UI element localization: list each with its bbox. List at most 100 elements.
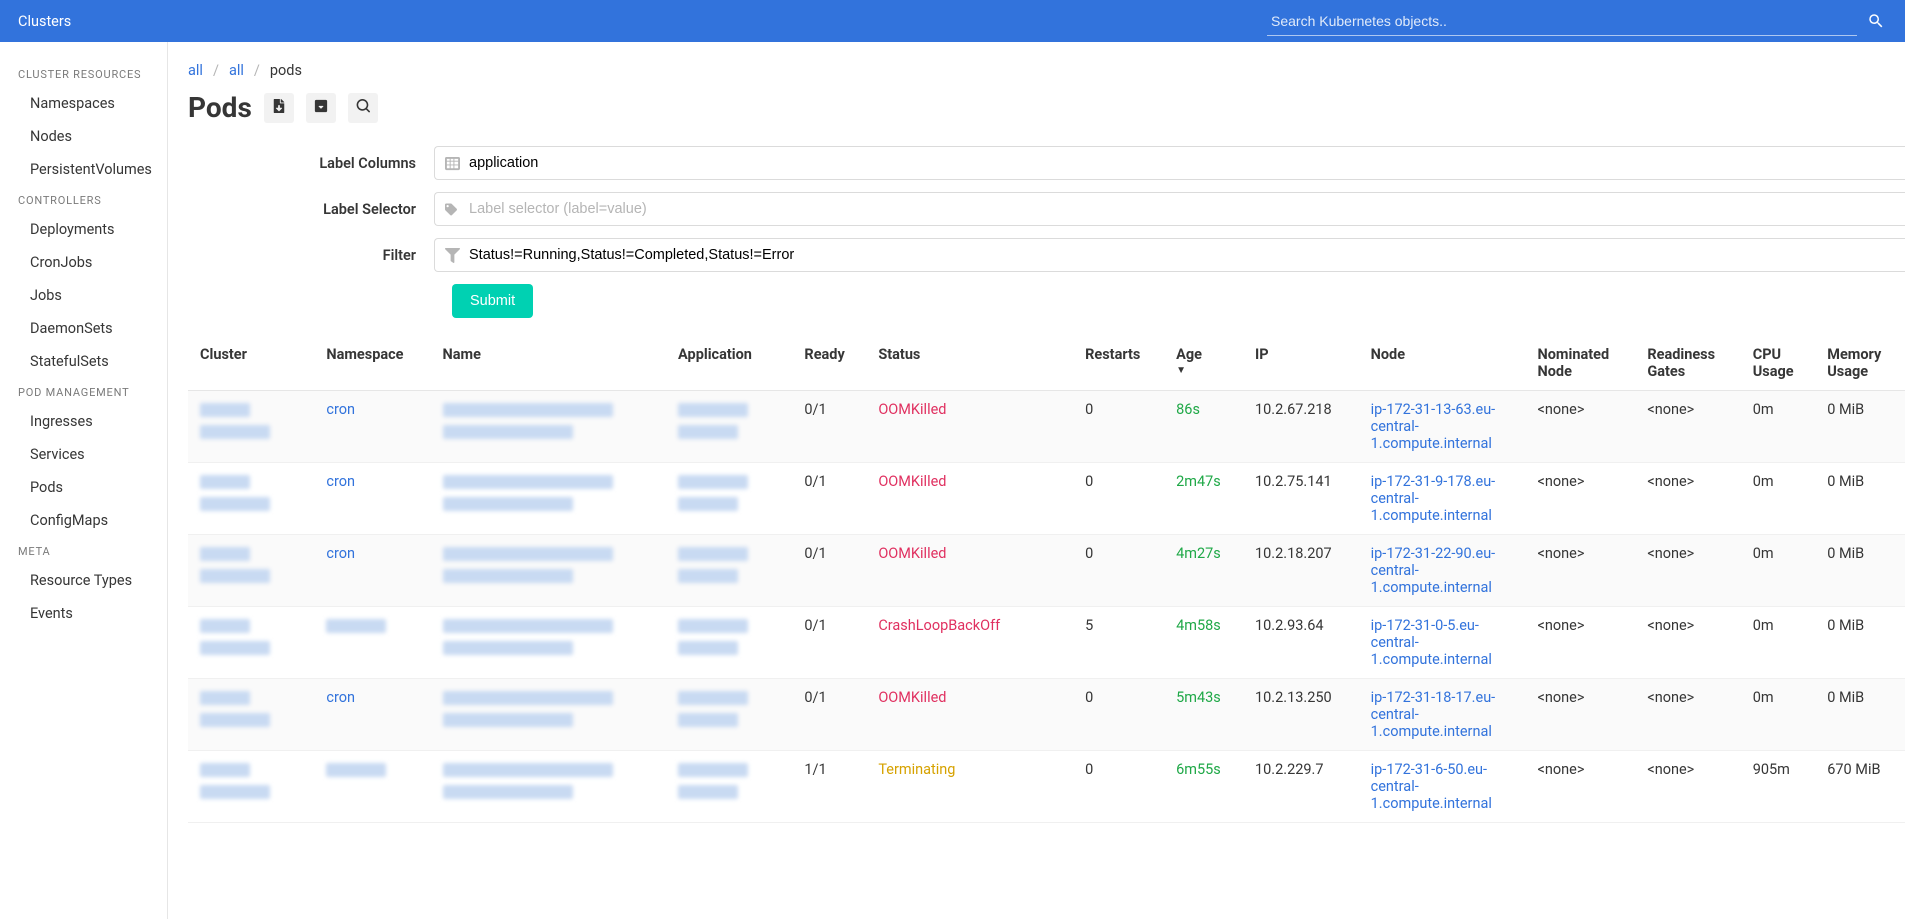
table-row[interactable]: 1/1Terminating06m55s10.2.229.7ip-172-31-… (188, 751, 1905, 823)
sidebar-item-namespaces[interactable]: Namespaces (0, 87, 167, 120)
breadcrumb-current: pods (270, 62, 302, 79)
sidebar-section-header: CONTROLLERS (0, 186, 167, 213)
topbar: Clusters (0, 0, 1905, 42)
column-header-status[interactable]: Status (866, 336, 1073, 391)
column-header-readiness-gates[interactable]: Readiness Gates (1635, 336, 1740, 391)
cell-memory: 670 MiB (1815, 751, 1905, 823)
node-link[interactable]: ip-172-31-9-178.eu-central-1.compute.int… (1371, 473, 1496, 524)
sort-descending-icon: ▼ (1176, 365, 1231, 376)
submit-button[interactable]: Submit (452, 284, 533, 318)
cell-node: ip-172-31-13-63.eu-central-1.compute.int… (1359, 391, 1526, 463)
redacted-cell (188, 607, 314, 679)
cell-memory: 0 MiB (1815, 535, 1905, 607)
sidebar-section-header: CLUSTER RESOURCES (0, 60, 167, 87)
label-selector-label: Label Selector (188, 201, 434, 218)
cell-restarts: 0 (1073, 535, 1164, 607)
cell-ip: 10.2.13.250 (1243, 679, 1359, 751)
cell-namespace (314, 751, 430, 823)
search-icon[interactable] (1865, 10, 1887, 32)
download-button[interactable] (264, 93, 294, 123)
column-header-restarts[interactable]: Restarts (1073, 336, 1164, 391)
table-row[interactable]: cron0/1OOMKilled086s10.2.67.218ip-172-31… (188, 391, 1905, 463)
cell-ready: 0/1 (792, 679, 866, 751)
column-header-cpu-usage[interactable]: CPU Usage (1741, 336, 1816, 391)
sidebar-item-configmaps[interactable]: ConfigMaps (0, 504, 167, 537)
sidebar-item-ingresses[interactable]: Ingresses (0, 405, 167, 438)
cell-namespace (314, 607, 430, 679)
redacted-cell (431, 463, 667, 535)
cell-namespace: cron (314, 679, 430, 751)
breadcrumb-sep: / (213, 62, 219, 79)
cell-restarts: 0 (1073, 391, 1164, 463)
label-columns-input[interactable] (434, 146, 1905, 180)
cell-nominated-node: <none> (1526, 679, 1636, 751)
cell-restarts: 0 (1073, 751, 1164, 823)
cell-cpu: 905m (1741, 751, 1816, 823)
sidebar-item-persistentvolumes[interactable]: PersistentVolumes (0, 153, 167, 186)
caret-down-square-icon (314, 99, 328, 117)
sidebar-item-jobs[interactable]: Jobs (0, 279, 167, 312)
sidebar-item-events[interactable]: Events (0, 597, 167, 630)
expand-button[interactable] (306, 93, 336, 123)
sidebar-item-cronjobs[interactable]: CronJobs (0, 246, 167, 279)
node-link[interactable]: ip-172-31-22-90.eu-central-1.compute.int… (1371, 545, 1496, 596)
table-row[interactable]: cron0/1OOMKilled02m47s10.2.75.141ip-172-… (188, 463, 1905, 535)
namespace-link[interactable]: cron (326, 689, 355, 706)
sidebar-item-nodes[interactable]: Nodes (0, 120, 167, 153)
column-header-ip[interactable]: IP (1243, 336, 1359, 391)
sidebar-item-pods[interactable]: Pods (0, 471, 167, 504)
column-header-memory-usage[interactable]: Memory Usage (1815, 336, 1905, 391)
label-selector-input[interactable] (434, 192, 1905, 226)
cell-namespace: cron (314, 463, 430, 535)
breadcrumb-sep: / (254, 62, 260, 79)
namespace-link[interactable]: cron (326, 545, 355, 562)
namespace-link[interactable]: cron (326, 401, 355, 418)
column-header-ready[interactable]: Ready (792, 336, 866, 391)
search-input[interactable] (1267, 7, 1857, 36)
sidebar-section-header: POD MANAGEMENT (0, 378, 167, 405)
column-header-name[interactable]: Name (431, 336, 667, 391)
column-header-cluster[interactable]: Cluster (188, 336, 314, 391)
namespace-link[interactable]: cron (326, 473, 355, 490)
cell-cpu: 0m (1741, 463, 1816, 535)
sidebar-item-services[interactable]: Services (0, 438, 167, 471)
breadcrumb-link-all-2[interactable]: all (229, 62, 244, 79)
table-row[interactable]: cron0/1OOMKilled05m43s10.2.13.250ip-172-… (188, 679, 1905, 751)
cell-ip: 10.2.18.207 (1243, 535, 1359, 607)
cell-status: CrashLoopBackOff (866, 607, 1073, 679)
cell-restarts: 0 (1073, 463, 1164, 535)
column-header-nominated-node[interactable]: Nominated Node (1526, 336, 1636, 391)
cell-cpu: 0m (1741, 535, 1816, 607)
cell-age: 2m47s (1164, 463, 1243, 535)
cell-age: 4m58s (1164, 607, 1243, 679)
column-header-namespace[interactable]: Namespace (314, 336, 430, 391)
node-link[interactable]: ip-172-31-0-5.eu-central-1.compute.inter… (1371, 617, 1492, 668)
redacted-cell (188, 463, 314, 535)
cell-node: ip-172-31-9-178.eu-central-1.compute.int… (1359, 463, 1526, 535)
table-row[interactable]: cron0/1OOMKilled04m27s10.2.18.207ip-172-… (188, 535, 1905, 607)
cell-status: OOMKilled (866, 679, 1073, 751)
node-link[interactable]: ip-172-31-18-17.eu-central-1.compute.int… (1371, 689, 1496, 740)
redacted-cell (188, 679, 314, 751)
column-header-node[interactable]: Node (1359, 336, 1526, 391)
column-header-application[interactable]: Application (666, 336, 792, 391)
grid-icon (444, 155, 460, 171)
column-header-age[interactable]: Age▼ (1164, 336, 1243, 391)
cell-nominated-node: <none> (1526, 535, 1636, 607)
sidebar-item-resource-types[interactable]: Resource Types (0, 564, 167, 597)
cell-status: OOMKilled (866, 535, 1073, 607)
breadcrumb-link-all-1[interactable]: all (188, 62, 203, 79)
cell-ready: 1/1 (792, 751, 866, 823)
nav-clusters[interactable]: Clusters (18, 13, 71, 30)
magnify-icon (356, 99, 370, 117)
redacted-cell (666, 463, 792, 535)
cell-namespace: cron (314, 391, 430, 463)
filter-input[interactable] (434, 238, 1905, 272)
sidebar-item-statefulsets[interactable]: StatefulSets (0, 345, 167, 378)
sidebar-item-daemonsets[interactable]: DaemonSets (0, 312, 167, 345)
sidebar-item-deployments[interactable]: Deployments (0, 213, 167, 246)
node-link[interactable]: ip-172-31-13-63.eu-central-1.compute.int… (1371, 401, 1496, 452)
node-link[interactable]: ip-172-31-6-50.eu-central-1.compute.inte… (1371, 761, 1492, 812)
table-row[interactable]: 0/1CrashLoopBackOff54m58s10.2.93.64ip-17… (188, 607, 1905, 679)
filter-search-button[interactable] (348, 93, 378, 123)
